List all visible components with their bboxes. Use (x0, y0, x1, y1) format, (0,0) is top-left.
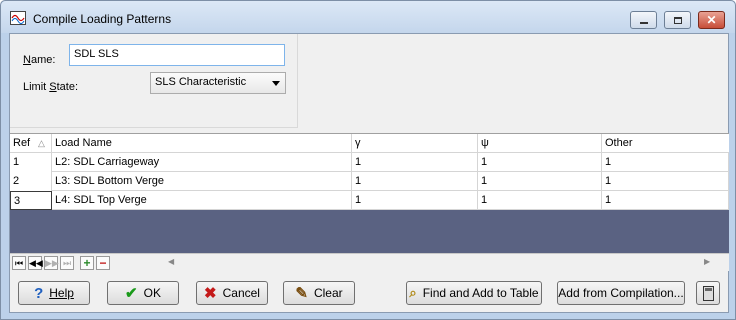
name-input[interactable]: SDL SLS (69, 44, 285, 66)
other-cell[interactable]: 1 (602, 191, 729, 210)
chevron-down-icon[interactable] (272, 81, 280, 86)
psi-cell[interactable]: 1 (478, 153, 602, 172)
table-row[interactable]: 3 L4: SDL Top Verge 1 1 1 (10, 191, 729, 210)
pattern-properties-panel: Name: SDL SLS Limit State: SLS Character… (10, 34, 298, 128)
eraser-icon: ✎ (295, 285, 308, 302)
sort-ascending-icon: △ (38, 138, 45, 148)
chart-icon (10, 11, 26, 25)
button-bar: ? Help ✔ OK ✖ Cancel ✎ Clear ⌕ Find and … (10, 274, 729, 313)
clear-button[interactable]: ✎ Clear (283, 281, 355, 305)
loads-table: Ref △ Load Name γ ψ Other 1 L2: SDL Carri… (10, 133, 729, 253)
ref-cell[interactable]: 2 (10, 172, 52, 191)
ref-cell[interactable]: 1 (10, 153, 52, 172)
find-icon: ⌕ (409, 285, 417, 300)
last-record-icon[interactable]: ⏭ (60, 256, 74, 270)
scroll-right-icon[interactable]: ▶ (704, 257, 710, 266)
close-button[interactable]: ✕ (698, 11, 725, 29)
calculator-icon (702, 285, 714, 301)
delete-record-icon[interactable]: − (96, 256, 110, 270)
next-record-icon[interactable]: ▶▶ (44, 256, 59, 270)
limit-state-value: SLS Characteristic (155, 76, 247, 88)
load-name-cell[interactable]: L2: SDL Carriageway (52, 153, 352, 172)
name-label: Name: (23, 54, 56, 66)
other-cell[interactable]: 1 (602, 153, 729, 172)
first-record-icon[interactable]: ⏮ (12, 256, 26, 270)
record-navigator: ⏮ ◀◀ ▶▶ ⏭ + − ◀ ▶ (10, 253, 729, 271)
minimize-icon (639, 22, 648, 24)
maximize-button[interactable] (664, 11, 691, 29)
maximize-icon (673, 16, 682, 24)
limit-state-label: Limit State: (23, 81, 79, 93)
window-title: Compile Loading Patterns (33, 12, 172, 26)
help-button[interactable]: ? Help (18, 281, 90, 305)
dialog-client: Name: SDL SLS Limit State: SLS Character… (9, 33, 729, 313)
gamma-cell[interactable]: 1 (352, 191, 478, 210)
help-icon: ? (34, 284, 44, 302)
limit-state-select[interactable]: SLS Characteristic (150, 72, 286, 94)
psi-cell[interactable]: 1 (478, 191, 602, 210)
col-header-ref[interactable]: Ref △ (10, 134, 52, 153)
gamma-cell[interactable]: 1 (352, 153, 478, 172)
scroll-left-icon[interactable]: ◀ (168, 257, 174, 266)
load-name-cell[interactable]: L4: SDL Top Verge (52, 191, 352, 210)
minimize-button[interactable] (630, 11, 657, 29)
table-row[interactable]: 1 L2: SDL Carriageway 1 1 1 (10, 153, 729, 172)
close-icon: ✕ (706, 13, 717, 27)
ref-cell[interactable]: 3 (10, 191, 52, 210)
gamma-cell[interactable]: 1 (352, 172, 478, 191)
table-row[interactable]: 2 L3: SDL Bottom Verge 1 1 1 (10, 172, 729, 191)
add-record-icon[interactable]: + (80, 256, 94, 270)
dialog-window: Compile Loading Patterns ✕ Name: SDL SLS… (0, 0, 736, 320)
title-bar[interactable]: Compile Loading Patterns ✕ (1, 1, 735, 33)
load-name-cell[interactable]: L3: SDL Bottom Verge (52, 172, 352, 191)
find-and-add-button[interactable]: ⌕ Find and Add to Table (406, 281, 542, 305)
col-header-load-name[interactable]: Load Name (52, 134, 352, 153)
other-cell[interactable]: 1 (602, 172, 729, 191)
table-header: Ref △ Load Name γ ψ Other (10, 134, 729, 153)
prior-record-icon[interactable]: ◀◀ (28, 256, 43, 270)
ok-button[interactable]: ✔ OK (107, 281, 179, 305)
check-icon: ✔ (125, 285, 138, 302)
col-header-gamma[interactable]: γ (352, 134, 478, 153)
col-header-other[interactable]: Other (602, 134, 729, 153)
calculator-button[interactable] (696, 281, 720, 305)
psi-cell[interactable]: 1 (478, 172, 602, 191)
add-from-compilation-button[interactable]: Add from Compilation... (557, 281, 685, 305)
cancel-icon: ✖ (204, 285, 217, 302)
cancel-button[interactable]: ✖ Cancel (196, 281, 268, 305)
col-header-psi[interactable]: ψ (478, 134, 602, 153)
